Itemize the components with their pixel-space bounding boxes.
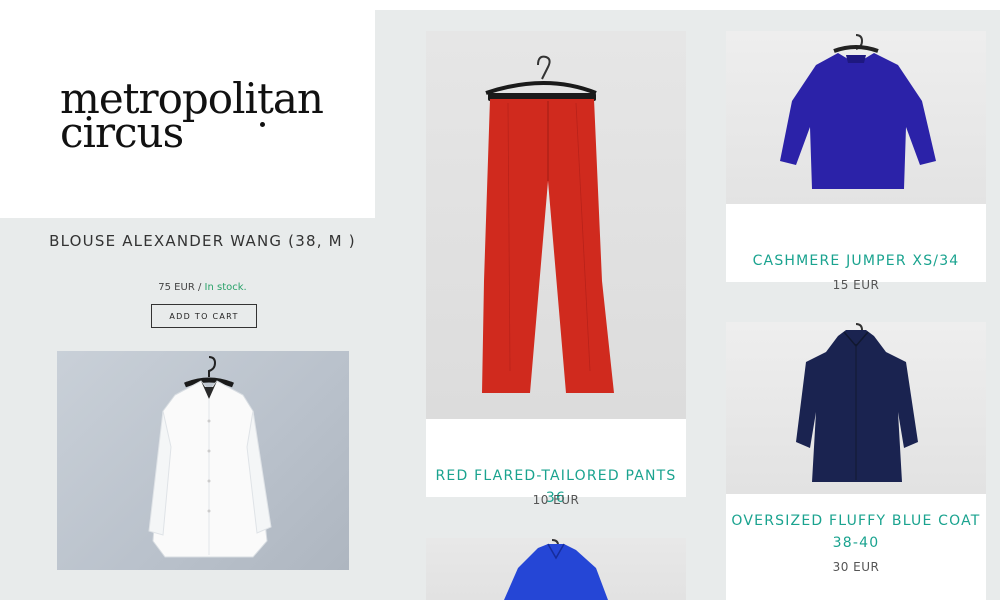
- product-name[interactable]: CASHMERE JUMPER XS/34: [726, 250, 986, 272]
- brand-logo[interactable]: metropolitan circus: [60, 78, 324, 154]
- featured-price-line: 75 EUR / In stock.: [0, 282, 405, 293]
- featured-price: 75 EUR: [158, 282, 195, 293]
- price-separator: /: [194, 282, 205, 293]
- red-pants-on-hanger-icon: [482, 55, 614, 393]
- navy-coat-on-hanger-icon: [796, 323, 918, 482]
- logo-dot: [260, 122, 265, 127]
- product-price: 15 EUR: [832, 278, 880, 292]
- add-to-cart-button[interactable]: ADD TO CART: [151, 304, 257, 328]
- product-card-cashmere-jumper[interactable]: CASHMERE JUMPER XS/34 15 EUR: [726, 31, 986, 292]
- blue-jacket-on-hanger-icon: [504, 539, 608, 600]
- product-card-blue-jacket[interactable]: [426, 538, 686, 600]
- stock-status: In stock.: [204, 282, 247, 293]
- blue-jumper-on-hanger-icon: [780, 34, 936, 189]
- top-strip: [375, 0, 1000, 10]
- product-image[interactable]: [726, 322, 986, 494]
- product-price: 30 EUR: [832, 560, 880, 574]
- product-name[interactable]: OVERSIZED FLUFFY BLUE COAT 38-40: [726, 510, 986, 554]
- logo-block[interactable]: metropolitan circus: [0, 0, 375, 218]
- product-image[interactable]: [726, 31, 986, 204]
- product-card-red-pants[interactable]: RED FLARED-TAILORED PANTS 36 10 EUR: [426, 31, 686, 507]
- product-price: 10 EUR: [532, 493, 580, 507]
- featured-title: BLOUSE ALEXANDER WANG (38, M ): [49, 232, 356, 250]
- product-card-oversized-coat[interactable]: OVERSIZED FLUFFY BLUE COAT 38-40 30 EUR: [726, 322, 986, 600]
- product-image[interactable]: [426, 31, 686, 419]
- product-image[interactable]: [426, 538, 686, 600]
- white-blouse-on-hanger-icon: [148, 356, 272, 558]
- featured-product-image[interactable]: [57, 351, 349, 570]
